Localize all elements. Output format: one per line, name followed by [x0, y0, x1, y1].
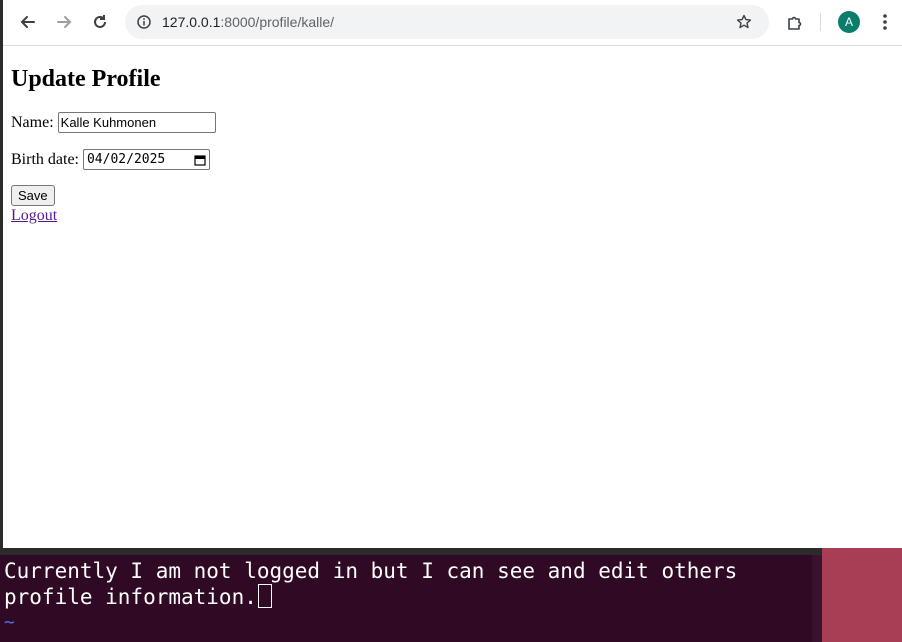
- terminal-window: Currently I am not logged in but I can s…: [0, 548, 902, 642]
- url-host: 127.0.0.1: [162, 14, 221, 30]
- toolbar-separator: [820, 13, 821, 31]
- name-label: Name:: [11, 113, 54, 131]
- terminal-message: Currently I am not logged in but I can s…: [4, 559, 750, 609]
- puzzle-icon: [788, 16, 802, 30]
- save-button[interactable]: Save: [11, 185, 55, 206]
- url-path: :8000/profile/kalle/: [220, 14, 335, 30]
- url-text: 127.0.0.1:8000/profile/kalle/: [162, 14, 334, 30]
- extensions-button[interactable]: [782, 9, 808, 35]
- name-row: Name:: [11, 112, 216, 133]
- forward-button[interactable]: [51, 9, 77, 35]
- site-info-icon[interactable]: [137, 15, 151, 29]
- birth-date-label: Birth date:: [11, 150, 79, 168]
- arrow-right-icon: [57, 16, 72, 28]
- birth-date-value: 04/02/2025: [86, 152, 166, 167]
- profile-avatar[interactable]: A: [838, 11, 860, 33]
- page-title: Update Profile: [11, 66, 161, 92]
- browser-toolbar: 127.0.0.1:8000/profile/kalle/ A: [3, 0, 902, 46]
- back-button[interactable]: [15, 9, 41, 35]
- arrow-left-icon: [20, 16, 35, 28]
- address-bar[interactable]: 127.0.0.1:8000/profile/kalle/: [125, 5, 769, 39]
- reload-button[interactable]: [87, 9, 113, 35]
- birth-date-row: Birth date: 04/02/2025: [11, 149, 216, 170]
- terminal-scrollbar[interactable]: [812, 555, 822, 642]
- logout-link[interactable]: Logout: [11, 207, 216, 225]
- calendar-icon[interactable]: [194, 154, 206, 166]
- page-content: Update Profile Name: Birth date: 04/02/2…: [11, 46, 216, 225]
- terminal-text: Currently I am not logged in but I can s…: [4, 558, 804, 610]
- terminal-top-bar: [0, 548, 822, 555]
- reload-icon: [94, 15, 106, 28]
- bookmark-star-icon[interactable]: [736, 14, 752, 30]
- browser-menu-button[interactable]: [872, 9, 898, 35]
- birth-date-input[interactable]: 04/02/2025: [82, 149, 210, 170]
- name-input[interactable]: [57, 112, 216, 133]
- desktop-background: [822, 548, 902, 642]
- more-vertical-icon: [883, 14, 887, 30]
- text-cursor: [257, 584, 272, 608]
- editor-empty-line-marker: ~: [4, 612, 15, 633]
- browser-window: 127.0.0.1:8000/profile/kalle/ A Update P…: [0, 0, 902, 548]
